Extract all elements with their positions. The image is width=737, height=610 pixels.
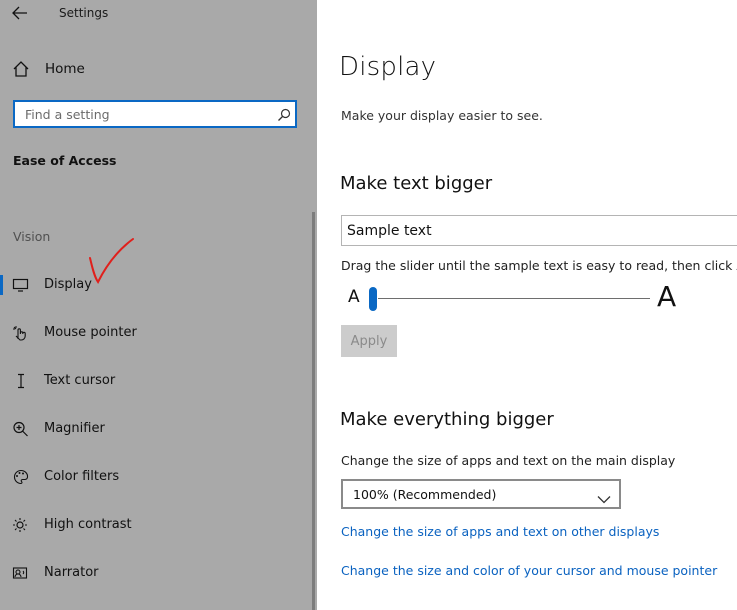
back-arrow-icon[interactable] (12, 5, 28, 24)
slider-min-label: A (348, 287, 360, 307)
scale-dropdown-value: 100% (Recommended) (353, 487, 497, 502)
contrast-icon (12, 517, 30, 533)
sample-text: Sample text (347, 223, 432, 239)
other-displays-link[interactable]: Change the size of apps and text on othe… (341, 524, 659, 539)
narrator-icon (12, 565, 30, 581)
text-cursor-icon (12, 373, 30, 389)
search-icon[interactable] (277, 107, 291, 126)
sidebar-item-narrator[interactable]: Narrator (0, 557, 310, 589)
section-title: Ease of Access (13, 153, 117, 168)
sidebar-item-label: Narrator (44, 565, 99, 580)
sidebar-item-color-filters[interactable]: Color filters (0, 461, 310, 493)
magnifier-icon (12, 421, 30, 437)
page-title: Display (339, 52, 437, 82)
slider-max-label: A (657, 280, 677, 313)
sample-text-box: Sample text (341, 215, 737, 246)
scale-dropdown-label: Change the size of apps and text on the … (341, 453, 676, 468)
chevron-down-icon (597, 489, 611, 508)
home-icon (12, 60, 30, 82)
monitor-icon (12, 277, 30, 293)
search-input[interactable] (25, 106, 255, 122)
mouse-pointer-icon (12, 325, 30, 341)
scale-dropdown[interactable]: 100% (Recommended) (341, 479, 621, 509)
cursor-settings-link[interactable]: Change the size and color of your cursor… (341, 563, 717, 578)
palette-icon (12, 469, 30, 485)
sidebar-item-label: Magnifier (44, 421, 105, 436)
text-size-slider-thumb[interactable] (369, 287, 377, 311)
sidebar-item-label: Color filters (44, 469, 120, 484)
group-label: Vision (13, 229, 51, 244)
window-title: Settings (59, 6, 109, 20)
sidebar-item-label: Mouse pointer (44, 325, 137, 340)
sidebar-item-label: Text cursor (44, 373, 116, 388)
sidebar-item-high-contrast[interactable]: High contrast (0, 509, 310, 541)
sidebar-item-text-cursor[interactable]: Text cursor (0, 365, 310, 397)
make-everything-bigger-heading: Make everything bigger (340, 409, 554, 430)
text-size-slider-track[interactable] (378, 298, 650, 299)
sidebar-scrollbar[interactable] (312, 212, 315, 610)
sidebar-item-label: Display (44, 277, 92, 292)
home-nav-item[interactable]: Home (12, 58, 312, 82)
title-bar: Settings (0, 0, 317, 26)
apply-button[interactable]: Apply (341, 325, 397, 357)
sidebar-item-mouse-pointer[interactable]: Mouse pointer (0, 317, 310, 349)
search-box[interactable] (13, 100, 297, 128)
page-subtitle: Make your display easier to see. (341, 108, 543, 123)
sidebar-item-label: High contrast (44, 517, 132, 532)
sidebar-item-display[interactable]: Display (0, 269, 310, 301)
home-label: Home (45, 61, 85, 77)
sidebar: Settings Home Ease of Access Vision Disp… (0, 0, 317, 610)
sidebar-item-magnifier[interactable]: Magnifier (0, 413, 310, 445)
make-text-bigger-heading: Make text bigger (340, 173, 493, 194)
red-checkmark-annotation (89, 238, 134, 284)
slider-instruction: Drag the slider until the sample text is… (341, 258, 737, 273)
